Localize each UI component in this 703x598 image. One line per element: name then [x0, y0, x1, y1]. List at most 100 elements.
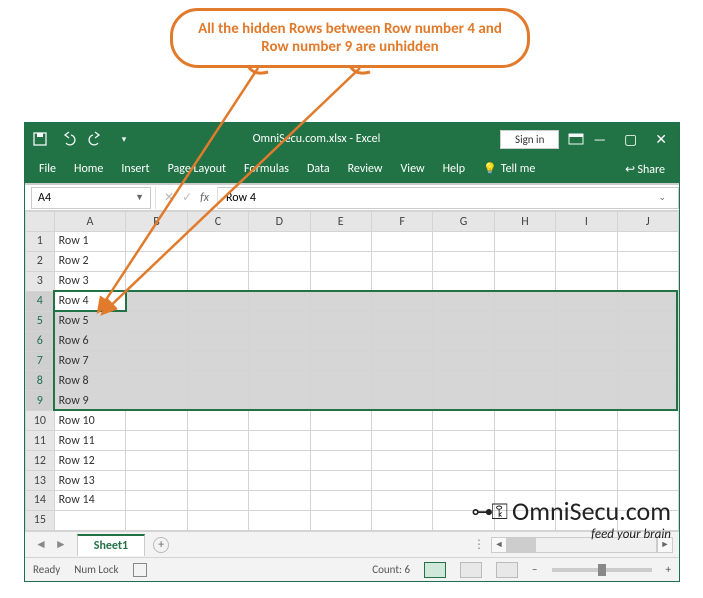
cell-D15[interactable]	[249, 510, 310, 530]
col-header-H[interactable]: H	[494, 212, 555, 232]
cell-J7[interactable]	[617, 351, 678, 371]
close-icon[interactable]: ✕	[655, 131, 667, 148]
cell-E2[interactable]	[310, 251, 371, 271]
cell-B7[interactable]	[126, 351, 187, 371]
sheet-prev-icon[interactable]: ◄	[35, 537, 47, 552]
cell-F6[interactable]	[371, 331, 432, 351]
cell-J13[interactable]	[617, 471, 678, 491]
cell-I13[interactable]	[556, 471, 617, 491]
cell-B5[interactable]	[126, 311, 187, 331]
view-pagebreak-icon[interactable]	[496, 562, 518, 578]
cell-B4[interactable]	[126, 291, 187, 311]
cell-D3[interactable]	[249, 271, 310, 291]
cell-F1[interactable]	[371, 232, 432, 252]
share-button[interactable]: Share	[625, 162, 665, 177]
cell-F13[interactable]	[371, 471, 432, 491]
cell-E13[interactable]	[310, 471, 371, 491]
cell-F11[interactable]	[371, 431, 432, 451]
cell-J2[interactable]	[617, 251, 678, 271]
sheet-next-icon[interactable]: ►	[55, 537, 67, 552]
zoom-thumb[interactable]	[598, 564, 606, 576]
cell-E15[interactable]	[310, 510, 371, 530]
cell-E3[interactable]	[310, 271, 371, 291]
cell-G7[interactable]	[433, 351, 494, 371]
row-header-15[interactable]: 15	[26, 510, 55, 530]
cell-I2[interactable]	[556, 251, 617, 271]
tab-data[interactable]: Data	[307, 162, 330, 176]
cell-C14[interactable]	[187, 490, 248, 510]
cell-I1[interactable]	[556, 232, 617, 252]
cell-H11[interactable]	[494, 431, 555, 451]
cell-G8[interactable]	[433, 371, 494, 391]
cell-I7[interactable]	[556, 351, 617, 371]
qat-dropdown-icon[interactable]: ▾	[115, 130, 133, 148]
cell-D8[interactable]	[249, 371, 310, 391]
cell-D10[interactable]	[249, 411, 310, 431]
cell-A14[interactable]: Row 14	[54, 490, 126, 510]
tab-review[interactable]: Review	[348, 162, 383, 176]
name-box[interactable]: A4 ▼	[31, 187, 151, 209]
cell-J11[interactable]	[617, 431, 678, 451]
cell-J12[interactable]	[617, 451, 678, 471]
cell-F2[interactable]	[371, 251, 432, 271]
cell-D2[interactable]	[249, 251, 310, 271]
cell-H1[interactable]	[494, 232, 555, 252]
cell-A2[interactable]: Row 2	[54, 251, 126, 271]
cell-B6[interactable]	[126, 331, 187, 351]
cell-E4[interactable]	[310, 291, 371, 311]
row-header-3[interactable]: 3	[26, 271, 55, 291]
row-header-1[interactable]: 1	[26, 232, 55, 252]
cell-A9[interactable]: Row 9	[54, 391, 126, 411]
cell-C9[interactable]	[187, 391, 248, 411]
cell-C7[interactable]	[187, 351, 248, 371]
cell-G2[interactable]	[433, 251, 494, 271]
cell-E10[interactable]	[310, 411, 371, 431]
cell-D7[interactable]	[249, 351, 310, 371]
cell-H13[interactable]	[494, 471, 555, 491]
cell-G13[interactable]	[433, 471, 494, 491]
cell-I11[interactable]	[556, 431, 617, 451]
cell-G10[interactable]	[433, 411, 494, 431]
tab-file[interactable]: File	[39, 162, 56, 176]
cell-E8[interactable]	[310, 371, 371, 391]
tell-me[interactable]: Tell me	[483, 162, 535, 176]
cell-B13[interactable]	[126, 471, 187, 491]
tab-view[interactable]: View	[401, 162, 425, 176]
undo-icon[interactable]	[59, 130, 77, 148]
col-header-F[interactable]: F	[371, 212, 432, 232]
cell-F5[interactable]	[371, 311, 432, 331]
row-header-5[interactable]: 5	[26, 311, 55, 331]
formula-expand-icon[interactable]: ⌄	[658, 192, 670, 203]
cell-B1[interactable]	[126, 232, 187, 252]
cell-J5[interactable]	[617, 311, 678, 331]
cell-C13[interactable]	[187, 471, 248, 491]
cell-F10[interactable]	[371, 411, 432, 431]
cell-J3[interactable]	[617, 271, 678, 291]
cell-D1[interactable]	[249, 232, 310, 252]
fx-icon[interactable]: fx	[200, 191, 209, 205]
cell-F9[interactable]	[371, 391, 432, 411]
cell-D6[interactable]	[249, 331, 310, 351]
cell-C3[interactable]	[187, 271, 248, 291]
row-header-2[interactable]: 2	[26, 251, 55, 271]
cell-E9[interactable]	[310, 391, 371, 411]
row-header-12[interactable]: 12	[26, 451, 55, 471]
new-sheet-button[interactable]: +	[153, 537, 169, 553]
cell-A5[interactable]: Row 5	[54, 311, 126, 331]
cell-G1[interactable]	[433, 232, 494, 252]
row-header-7[interactable]: 7	[26, 351, 55, 371]
cell-A10[interactable]: Row 10	[54, 411, 126, 431]
cell-B14[interactable]	[126, 490, 187, 510]
cell-J6[interactable]	[617, 331, 678, 351]
cell-C6[interactable]	[187, 331, 248, 351]
col-header-E[interactable]: E	[310, 212, 371, 232]
zoom-out-button[interactable]: −	[532, 563, 537, 576]
tab-home[interactable]: Home	[74, 162, 103, 176]
col-header-B[interactable]: B	[126, 212, 187, 232]
cell-C15[interactable]	[187, 510, 248, 530]
cell-D13[interactable]	[249, 471, 310, 491]
cell-I9[interactable]	[556, 391, 617, 411]
select-all-corner[interactable]	[26, 212, 55, 232]
cell-I12[interactable]	[556, 451, 617, 471]
row-header-9[interactable]: 9	[26, 391, 55, 411]
